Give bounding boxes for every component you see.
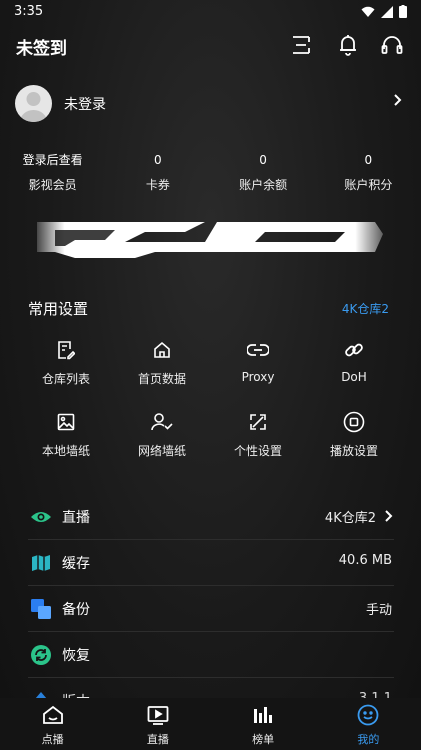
stat-label: 账户余额 [239, 178, 288, 192]
grid-item-repo-list[interactable]: 仓库列表 [18, 336, 114, 408]
list-item-value: 手动 [365, 603, 392, 618]
list-item-label: 缓存 [62, 556, 90, 572]
bell-icon[interactable] [335, 32, 361, 58]
wifi-icon [361, 6, 375, 17]
list-item-value: 40.6 MB [338, 553, 392, 568]
grid-item-label: 仓库列表 [41, 372, 90, 386]
nav-label: 榜单 [252, 733, 275, 746]
stat-label: 卡券 [145, 178, 170, 192]
list-item-value: 4K仓库2 [324, 511, 376, 526]
grid-item-label: 本地墙纸 [41, 444, 90, 458]
grid-item-local-wallpaper[interactable]: 本地墙纸 [18, 408, 114, 480]
status-bar: 3:35 [0, 0, 421, 24]
grid-item-playback[interactable]: 播放设置 [306, 408, 402, 480]
chain-icon [345, 343, 363, 357]
grid-item-label: 个性设置 [233, 444, 282, 458]
list-item-label: 恢复 [62, 648, 90, 664]
map-icon [30, 552, 52, 574]
refresh-icon [30, 644, 52, 666]
stat-value: 0 [154, 153, 162, 167]
link-icon [247, 344, 269, 356]
stat-value: 0 [364, 153, 373, 167]
nav-live[interactable]: 直播 [105, 698, 210, 750]
user-check-icon [151, 413, 173, 431]
chevron-right-icon [384, 508, 394, 527]
section-title: 常用设置 [28, 300, 89, 318]
stop-circle-icon [343, 411, 365, 433]
current-repo-link[interactable]: 4K仓库2 [342, 300, 389, 317]
expand-icon [250, 414, 266, 430]
grid-item-doh[interactable]: DoH [306, 336, 402, 408]
account-stats: 登录后查看 影视会员 0 卡券 0 账户余额 0 账户积分 [0, 150, 421, 200]
home-icon [154, 341, 170, 358]
stat-value: 登录后查看 [22, 153, 83, 167]
login-status[interactable]: 未登录 [64, 94, 106, 114]
stat-label: 账户积分 [344, 178, 393, 192]
nav-label: 点播 [41, 733, 64, 746]
stat-points[interactable]: 0 账户积分 [316, 150, 421, 200]
banner-graphic[interactable] [35, 214, 387, 260]
battery-icon [399, 5, 407, 18]
profile-row[interactable]: 未登录 [0, 82, 421, 126]
scan-icon[interactable] [288, 32, 314, 58]
grid-item-label: 网络墙纸 [137, 444, 186, 458]
chart-icon [254, 707, 273, 723]
nav-label: 我的 [357, 733, 380, 746]
grid-item-label: 首页数据 [137, 372, 186, 386]
grid-item-label: DoH [341, 370, 367, 384]
grid-item-net-wallpaper[interactable]: 网络墙纸 [114, 408, 210, 480]
stat-coupons[interactable]: 0 卡券 [105, 150, 210, 200]
nav-label: 直播 [146, 733, 169, 746]
grid-item-home-data[interactable]: 首页数据 [114, 336, 210, 408]
grid-item-label: 播放设置 [329, 444, 378, 458]
chevron-right-icon[interactable] [393, 92, 403, 111]
smile-icon [357, 704, 379, 726]
avatar[interactable] [15, 85, 52, 122]
stat-balance[interactable]: 0 账户余额 [211, 150, 316, 200]
bottom-nav: 点播 直播 榜单 我的 [0, 698, 421, 750]
grid-item-label: Proxy [241, 370, 275, 384]
copy-icon [30, 598, 52, 620]
list-item-cache[interactable]: 缓存 40.6 MB [28, 540, 394, 586]
list-item-label: 备份 [62, 602, 90, 618]
list-item-backup[interactable]: 备份 手动 [28, 586, 394, 632]
home-smile-icon [42, 705, 63, 724]
settings-grid: 仓库列表 首页数据 Proxy DoH 本地墙纸 网络墙纸 个性设置 播放设置 [18, 336, 402, 480]
document-edit-icon [58, 341, 75, 360]
grid-item-proxy[interactable]: Proxy [210, 336, 306, 408]
nav-vod[interactable]: 点播 [0, 698, 105, 750]
stat-vip[interactable]: 登录后查看 影视会员 [0, 150, 105, 200]
page-title[interactable]: 未签到 [16, 34, 67, 59]
app-header: 未签到 [0, 28, 421, 68]
status-time: 3:35 [14, 4, 44, 19]
signal-icon [381, 5, 393, 18]
headphones-icon[interactable] [379, 32, 405, 58]
nav-ranking[interactable]: 榜单 [211, 698, 316, 750]
tv-play-icon [147, 706, 169, 725]
grid-item-personalize[interactable]: 个性设置 [210, 408, 306, 480]
status-icons [361, 5, 407, 18]
stat-value: 0 [259, 153, 267, 167]
list-item-live[interactable]: 直播 4K仓库2 [28, 494, 394, 540]
image-icon [57, 413, 75, 431]
stat-label: 影视会员 [28, 178, 77, 192]
eye-icon [30, 506, 52, 528]
nav-mine[interactable]: 我的 [316, 698, 421, 750]
settings-list: 直播 4K仓库2 缓存 40.6 MB 备份 手动 恢复 版本 3.1.1 [28, 494, 394, 724]
list-item-label: 直播 [62, 510, 90, 526]
list-item-restore[interactable]: 恢复 [28, 632, 394, 678]
